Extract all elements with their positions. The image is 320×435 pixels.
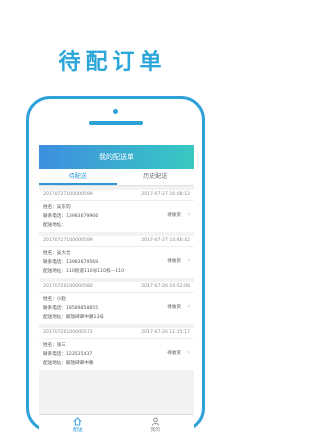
chevron-right-icon: › bbox=[187, 303, 190, 310]
order-status: 待收货 bbox=[167, 259, 181, 264]
screen-title: 我的配送单 bbox=[99, 153, 134, 161]
order-phone: 123525437 bbox=[65, 352, 93, 357]
chevron-right-icon: › bbox=[187, 211, 190, 218]
order-address-row: 配送地址：110街道110号110栋—110 bbox=[43, 267, 190, 276]
nav-label: 我的 bbox=[150, 428, 161, 433]
camera-dot bbox=[113, 109, 118, 114]
order-status: 待收货 bbox=[167, 213, 181, 218]
order-address-row: 配送地址：解放碑邮中路 bbox=[43, 359, 190, 368]
name-label: 姓名： bbox=[43, 297, 57, 302]
order-body: 姓名：小赵 联系电话：18589858855 配送地址：解放碑邮中路13号 待收… bbox=[39, 293, 194, 324]
order-body: 姓名：吴东钧 联系电话：13983679966 配送地址： 待收货 › bbox=[39, 201, 194, 232]
nav-item-delivery[interactable]: 配送 bbox=[39, 415, 117, 435]
order-number: 20170726100000572 bbox=[43, 330, 93, 335]
order-name: 小赵 bbox=[56, 297, 66, 302]
tab-bar: 待配送 历史配送 bbox=[39, 169, 194, 186]
order-phone: 18589858855 bbox=[65, 306, 99, 311]
order-card[interactable]: 20170727100000599 2017-07-27 14:46:42 姓名… bbox=[39, 236, 194, 278]
address-label: 配送地址： bbox=[43, 269, 66, 274]
order-body: 姓名：张三 联系电话：123525437 配送地址：解放碑邮中路 待收货 › bbox=[39, 339, 194, 370]
order-time: 2017-07-27 14:46:42 bbox=[141, 238, 190, 243]
order-status: 待收货 bbox=[167, 351, 181, 356]
order-header: 20170727100000599 2017-07-27 16:08:12 bbox=[39, 190, 194, 201]
order-status: 待收货 bbox=[167, 305, 181, 310]
order-number: 20170726100000580 bbox=[43, 284, 93, 289]
order-card[interactable]: 20170727100000599 2017-07-27 16:08:12 姓名… bbox=[39, 190, 194, 232]
address-label: 配送地址： bbox=[43, 315, 66, 320]
order-address: 解放碑邮中路 bbox=[65, 361, 94, 366]
order-number: 20170727100000599 bbox=[43, 192, 93, 197]
phone-label: 联系电话： bbox=[43, 260, 66, 265]
order-name: 吴大壮 bbox=[56, 251, 71, 256]
order-phone: 13983679966 bbox=[65, 214, 99, 219]
order-name: 张三 bbox=[56, 343, 66, 348]
order-name-row: 姓名：吴东钧 bbox=[43, 203, 190, 212]
person-icon bbox=[151, 417, 159, 426]
order-address-row: 配送地址：解放碑邮中路13号 bbox=[43, 313, 190, 322]
order-phone: 13983679569 bbox=[65, 260, 99, 265]
chevron-right-icon: › bbox=[187, 349, 190, 356]
order-time: 2017-07-26 11:15:17 bbox=[141, 330, 190, 335]
address-label: 配送地址： bbox=[43, 223, 66, 228]
order-header: 20170726100000580 2017-07-26 19:52:08 bbox=[39, 282, 194, 293]
phone-label: 联系电话： bbox=[43, 214, 66, 219]
order-name-row: 姓名：吴大壮 bbox=[43, 249, 190, 258]
order-name-row: 姓名：小赵 bbox=[43, 295, 190, 304]
order-header: 20170726100000572 2017-07-26 11:15:17 bbox=[39, 328, 194, 339]
nav-item-mine[interactable]: 我的 bbox=[117, 415, 195, 435]
order-body: 姓名：吴大壮 联系电话：13983679569 配送地址：110街道110号11… bbox=[39, 247, 194, 278]
order-address-row: 配送地址： bbox=[43, 221, 190, 230]
address-label: 配送地址： bbox=[43, 361, 66, 366]
home-icon bbox=[73, 417, 82, 426]
screen-title-bar: 我的配送单 bbox=[39, 145, 194, 169]
name-label: 姓名： bbox=[43, 343, 57, 348]
order-name: 吴东钧 bbox=[56, 205, 71, 210]
order-card[interactable]: 20170726100000572 2017-07-26 11:15:17 姓名… bbox=[39, 328, 194, 370]
tab-history[interactable]: 历史配送 bbox=[117, 169, 195, 185]
nav-label: 配送 bbox=[72, 428, 83, 433]
order-number: 20170727100000599 bbox=[43, 238, 93, 243]
order-header: 20170727100000599 2017-07-27 14:46:42 bbox=[39, 236, 194, 247]
bottom-nav: 配送 我的 bbox=[39, 414, 194, 435]
tab-pending[interactable]: 待配送 bbox=[39, 169, 117, 185]
phone-frame: 我的配送单 待配送 历史配送 20170727100000599 2017-07… bbox=[26, 96, 205, 435]
name-label: 姓名： bbox=[43, 251, 57, 256]
phone-screen: 我的配送单 待配送 历史配送 20170727100000599 2017-07… bbox=[39, 145, 194, 435]
phone-label: 联系电话： bbox=[43, 352, 66, 357]
name-label: 姓名： bbox=[43, 205, 57, 210]
speaker-slot bbox=[89, 121, 143, 125]
chevron-right-icon: › bbox=[187, 257, 190, 264]
order-address: 110街道110号110栋—110 bbox=[65, 269, 125, 274]
order-time: 2017-07-26 19:52:08 bbox=[141, 284, 190, 289]
order-name-row: 姓名：张三 bbox=[43, 341, 190, 350]
order-card[interactable]: 20170726100000580 2017-07-26 19:52:08 姓名… bbox=[39, 282, 194, 324]
order-time: 2017-07-27 16:08:12 bbox=[141, 192, 190, 197]
phone-label: 联系电话： bbox=[43, 306, 66, 311]
page-headline: 待配订单 bbox=[58, 50, 167, 75]
order-address: 解放碑邮中路13号 bbox=[65, 315, 104, 320]
